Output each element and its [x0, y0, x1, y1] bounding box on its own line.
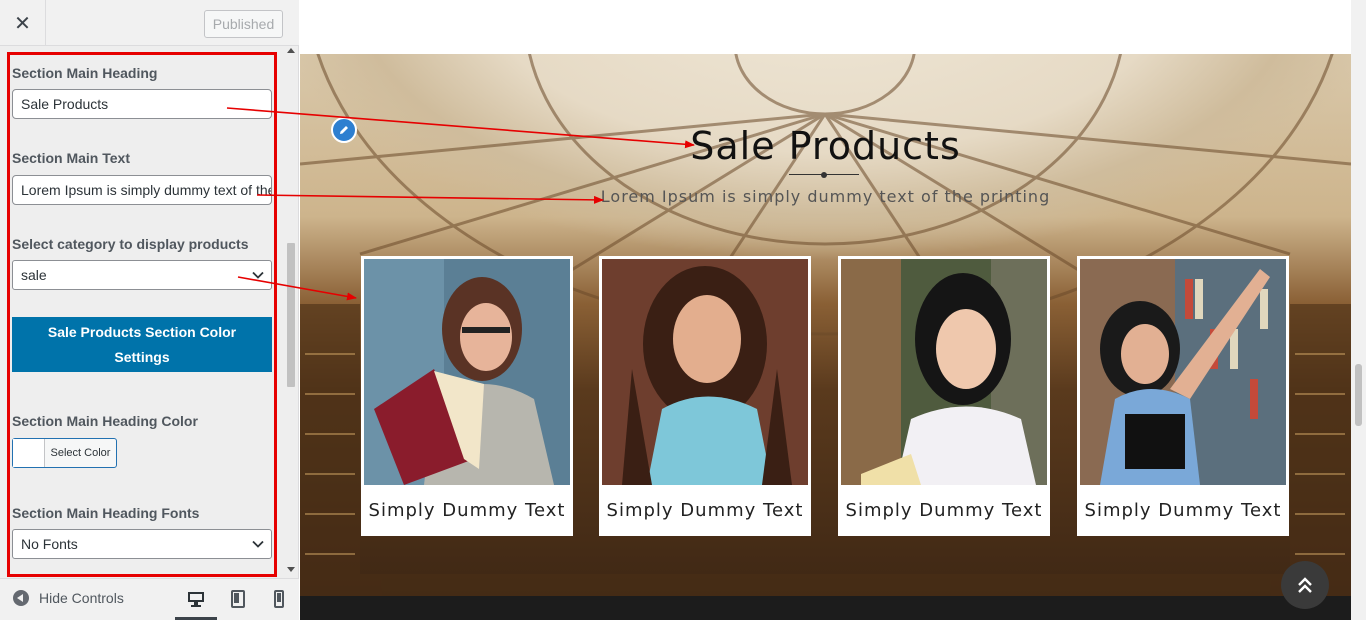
edit-shortcut-icon[interactable]	[331, 117, 357, 143]
mobile-preview-icon[interactable]	[270, 590, 288, 608]
product-title[interactable]: Simply Dummy Text	[602, 485, 808, 536]
text-label: Section Main Text	[12, 150, 130, 166]
collapse-icon	[13, 590, 29, 606]
next-section-edge	[300, 596, 1351, 620]
preview-scroll-thumb[interactable]	[1355, 364, 1362, 426]
double-chevron-up-icon	[1298, 577, 1312, 593]
close-button[interactable]: ✕	[0, 0, 46, 46]
product-image[interactable]	[602, 259, 808, 485]
heading-color-label: Section Main Heading Color	[12, 413, 198, 429]
hide-controls-button[interactable]: Hide Controls	[13, 590, 124, 606]
scroll-down-arrow[interactable]	[287, 567, 295, 572]
select-color-label: Select Color	[50, 447, 111, 459]
customizer-sidebar: ✕ Published Section Main Heading Sale Pr…	[0, 0, 299, 620]
close-icon: ✕	[14, 11, 31, 35]
category-select[interactable]: sale	[12, 260, 272, 290]
product-image[interactable]	[364, 259, 570, 485]
chevron-down-icon	[252, 271, 264, 279]
product-title[interactable]: Simply Dummy Text	[841, 485, 1047, 536]
product-title[interactable]: Simply Dummy Text	[364, 485, 570, 536]
category-select-value: sale	[21, 267, 47, 283]
published-button[interactable]: Published	[204, 10, 283, 38]
heading-fonts-value: No Fonts	[21, 536, 78, 552]
scroll-to-top-button[interactable]	[1281, 561, 1329, 609]
heading-fonts-label: Section Main Heading Fonts	[12, 505, 200, 521]
text-input[interactable]: Lorem Ipsum is simply dummy text of the …	[12, 175, 272, 205]
hide-controls-label: Hide Controls	[39, 590, 124, 606]
heading-input[interactable]: Sale Products	[12, 89, 272, 119]
controls-panel: Section Main Heading Sale Products Secti…	[0, 46, 286, 578]
product-image[interactable]	[1080, 259, 1286, 485]
scroll-thumb[interactable]	[287, 243, 295, 387]
product-card[interactable]: Simply Dummy Text	[838, 256, 1050, 536]
section-text: Lorem Ipsum is simply dummy text of the …	[600, 187, 1051, 206]
section-heading: Sale Products	[690, 124, 961, 168]
desktop-preview-icon[interactable]	[187, 590, 205, 608]
product-card[interactable]: Simply Dummy Text	[361, 256, 573, 536]
scroll-up-arrow[interactable]	[287, 48, 295, 53]
category-label: Select category to display products	[12, 236, 249, 252]
select-color-button[interactable]: Select Color	[12, 438, 117, 468]
product-card[interactable]: Simply Dummy Text	[599, 256, 811, 536]
tablet-preview-icon[interactable]	[229, 590, 247, 608]
controls-scrollbar[interactable]	[284, 46, 298, 578]
product-title[interactable]: Simply Dummy Text	[1080, 485, 1286, 536]
heading-fonts-select[interactable]: No Fonts	[12, 529, 272, 559]
preview-scrollbar[interactable]	[1351, 0, 1366, 620]
color-settings-button[interactable]: Sale Products Section Color Settings	[12, 317, 272, 372]
color-swatch	[13, 439, 45, 467]
chevron-down-icon	[252, 540, 264, 548]
customizer-header: ✕ Published	[0, 0, 299, 46]
site-preview: Sale Products Lorem Ipsum is simply dumm…	[300, 0, 1366, 620]
product-image[interactable]	[841, 259, 1047, 485]
customizer-footer: Hide Controls	[0, 578, 299, 620]
product-card[interactable]: Simply Dummy Text	[1077, 256, 1289, 536]
heading-label: Section Main Heading	[12, 65, 158, 81]
heading-divider-dot	[821, 172, 827, 178]
